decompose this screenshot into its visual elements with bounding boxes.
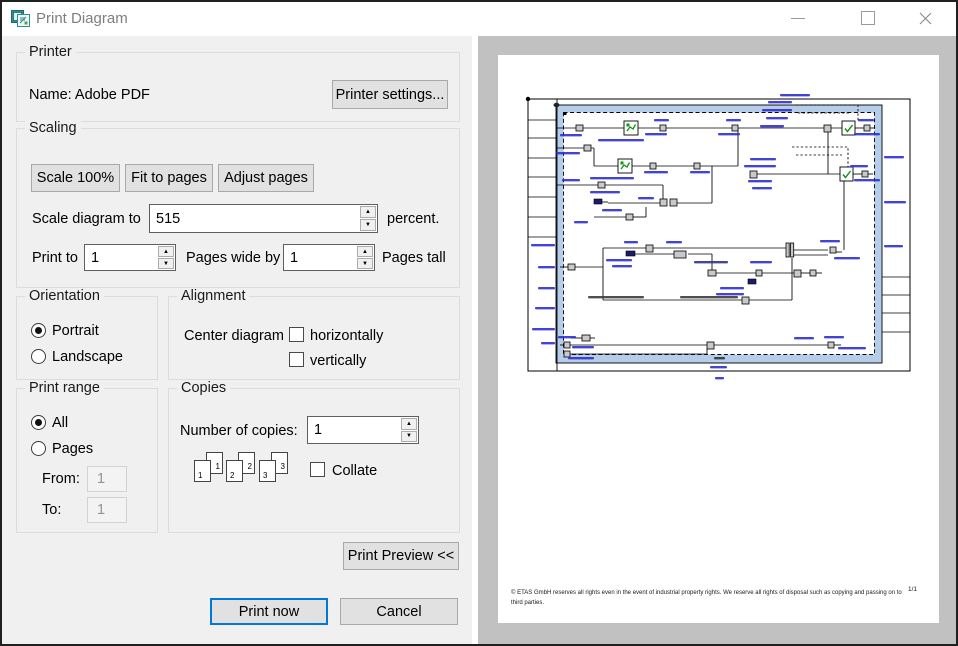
- print-to-label: Print to: [32, 250, 78, 266]
- window-title: Print Diagram: [36, 10, 128, 27]
- printer-legend: Printer: [25, 44, 76, 60]
- preview-page: © ETAS GmbH reserves all rights even in …: [498, 55, 939, 623]
- copies-group: Copies Number of copies: ▲ ▼ 1 1 2 2 3 3: [168, 388, 460, 533]
- landscape-radio[interactable]: [31, 349, 46, 364]
- horizontally-label: horizontally: [310, 328, 383, 344]
- print-range-legend: Print range: [25, 380, 104, 396]
- portrait-label: Portrait: [52, 323, 99, 339]
- scale-percent-spinner: ▲ ▼: [360, 206, 376, 231]
- printer-group: Printer Name: Adobe PDF Printer settings…: [16, 52, 460, 122]
- printer-settings-button[interactable]: Printer settings...: [332, 80, 448, 109]
- spin-up-button[interactable]: ▲: [357, 246, 373, 257]
- close-icon: [919, 12, 932, 25]
- scaling-legend: Scaling: [25, 120, 81, 136]
- spin-down-button[interactable]: ▼: [401, 431, 417, 443]
- range-pages-radio[interactable]: [31, 441, 46, 456]
- cancel-button[interactable]: Cancel: [340, 598, 458, 625]
- orientation-group: Orientation Portrait Landscape: [16, 296, 158, 380]
- landscape-label: Landscape: [52, 349, 123, 365]
- spin-up-icon: ▲: [362, 249, 368, 255]
- vertically-label: vertically: [310, 353, 366, 369]
- spin-up-icon: ▲: [163, 249, 169, 255]
- pages-wide-label: Pages wide by: [186, 250, 280, 266]
- number-of-copies-label: Number of copies:: [180, 423, 298, 439]
- print-diagram-dialog: Print Diagram Printer Name: Adobe PDF Pr…: [0, 0, 958, 646]
- range-pages-label: Pages: [52, 441, 93, 457]
- page-footer-text: © ETAS GmbH reserves all rights even in …: [511, 589, 909, 608]
- number-of-copies-field: ▲ ▼: [307, 416, 419, 444]
- spin-up-button[interactable]: ▲: [360, 206, 376, 218]
- scale-diagram-label: Scale diagram to: [32, 211, 141, 227]
- scaling-group: Scaling Scale 100% Fit to pages Adjust p…: [16, 128, 460, 288]
- pages-tall-label: Pages tall: [382, 250, 446, 266]
- scale-percent-input[interactable]: [150, 205, 359, 232]
- range-all-radio[interactable]: [31, 415, 46, 430]
- spin-down-button[interactable]: ▼: [357, 258, 373, 269]
- from-input[interactable]: [87, 466, 127, 492]
- print-preview-pane: © ETAS GmbH reserves all rights even in …: [478, 36, 956, 644]
- diagram-preview: [498, 55, 939, 623]
- spin-down-icon: ▼: [406, 433, 412, 439]
- scale-100-button[interactable]: Scale 100%: [31, 164, 120, 192]
- center-vertically-checkbox[interactable]: [289, 352, 304, 367]
- spin-up-button[interactable]: ▲: [158, 246, 174, 257]
- app-icon: [11, 10, 31, 28]
- pages-tall-field: ▲ ▼: [283, 244, 375, 271]
- from-label: From:: [42, 471, 80, 487]
- spin-down-icon: ▼: [163, 261, 169, 267]
- spin-down-icon: ▼: [362, 261, 368, 267]
- orientation-legend: Orientation: [25, 288, 104, 304]
- spin-down-button[interactable]: ▼: [158, 258, 174, 269]
- pages-tall-input[interactable]: [284, 245, 356, 270]
- close-button[interactable]: [902, 2, 948, 34]
- maximize-icon: [861, 11, 875, 25]
- range-all-label: All: [52, 415, 68, 431]
- title-bar: Print Diagram: [2, 2, 956, 36]
- spin-down-icon: ▼: [365, 222, 371, 228]
- maximize-button[interactable]: [845, 2, 891, 34]
- print-now-button[interactable]: Print now: [210, 598, 328, 625]
- page-number: 1/1: [908, 586, 917, 593]
- collate-pages-icon: 2 2: [226, 452, 256, 483]
- center-diagram-label: Center diagram: [184, 328, 284, 344]
- collate-checkbox[interactable]: [310, 462, 325, 477]
- collate-pages-icon: 3 3: [259, 452, 289, 483]
- number-of-copies-input[interactable]: [308, 417, 400, 443]
- pages-wide-input[interactable]: [85, 245, 157, 270]
- collate-label: Collate: [332, 463, 377, 479]
- portrait-radio[interactable]: [31, 323, 46, 338]
- collate-pages-icon: 1 1: [194, 452, 224, 483]
- spin-down-button[interactable]: ▼: [360, 219, 376, 231]
- copies-legend: Copies: [177, 380, 230, 396]
- minimize-button[interactable]: [775, 2, 821, 34]
- alignment-group: Alignment Center diagram horizontally ve…: [168, 296, 460, 380]
- print-preview-button[interactable]: Print Preview <<: [343, 542, 459, 570]
- to-input[interactable]: [87, 497, 127, 523]
- pages-wide-field: ▲ ▼: [84, 244, 176, 271]
- minimize-icon: [791, 18, 805, 19]
- alignment-legend: Alignment: [177, 288, 249, 304]
- spin-up-icon: ▲: [365, 209, 371, 215]
- spin-up-button[interactable]: ▲: [401, 418, 417, 430]
- spin-up-icon: ▲: [406, 421, 412, 427]
- printer-name-label: Name: Adobe PDF: [29, 87, 150, 103]
- pages-tall-spinner: ▲ ▼: [357, 246, 373, 269]
- copies-spinner: ▲ ▼: [401, 418, 417, 442]
- percent-label: percent.: [387, 211, 439, 227]
- to-label: To:: [42, 502, 61, 518]
- print-range-group: Print range All Pages From: To:: [16, 388, 158, 533]
- settings-panel: Printer Name: Adobe PDF Printer settings…: [2, 36, 472, 644]
- scale-percent-field: ▲ ▼: [149, 204, 378, 233]
- pages-wide-spinner: ▲ ▼: [158, 246, 174, 269]
- fit-to-pages-button[interactable]: Fit to pages: [125, 164, 213, 192]
- center-horizontally-checkbox[interactable]: [289, 327, 304, 342]
- adjust-pages-button[interactable]: Adjust pages: [218, 164, 314, 192]
